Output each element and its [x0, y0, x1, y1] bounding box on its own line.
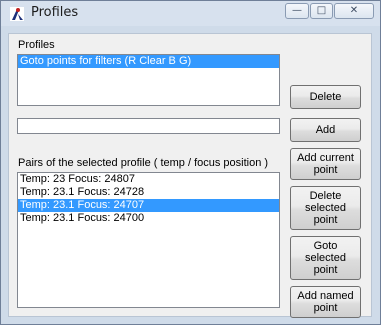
pair-list-item[interactable]: Temp: 23.1 Focus: 24707	[18, 199, 279, 212]
title-bar[interactable]: Profiles — □ ✕	[1, 1, 380, 26]
pair-list-item[interactable]: Temp: 23.1 Focus: 24700	[18, 212, 279, 225]
maximize-icon: □	[316, 5, 327, 16]
add-profile-button[interactable]: Add	[290, 118, 361, 142]
minimize-button[interactable]: —	[285, 3, 309, 19]
pair-list-item[interactable]: Temp: 23 Focus: 24807	[18, 173, 279, 186]
profiles-label: Profiles	[18, 39, 55, 51]
close-icon: ✕	[349, 5, 359, 16]
profile-list-item[interactable]: Goto points for filters (R Clear B G)	[18, 55, 279, 68]
maximize-button[interactable]: □	[310, 3, 333, 19]
goto-selected-point-button[interactable]: Goto selected point	[290, 236, 361, 280]
pairs-listbox[interactable]: Temp: 23 Focus: 24807 Temp: 23.1 Focus: …	[17, 172, 280, 308]
window-title: Profiles	[31, 5, 79, 20]
profiles-window: Profiles — □ ✕ Profiles Goto points for …	[0, 0, 381, 325]
telescope-app-icon	[10, 7, 24, 21]
pairs-label: Pairs of the selected profile ( temp / f…	[18, 157, 269, 169]
delete-selected-point-button[interactable]: Delete selected point	[290, 186, 361, 230]
pair-list-item[interactable]: Temp: 23.1 Focus: 24728	[18, 186, 279, 199]
delete-profile-button[interactable]: Delete	[290, 85, 361, 109]
add-named-point-button[interactable]: Add named point	[290, 286, 361, 318]
minimize-icon: —	[292, 5, 302, 16]
add-current-point-button[interactable]: Add current point	[290, 148, 361, 180]
close-button[interactable]: ✕	[334, 3, 374, 19]
client-area: Profiles Goto points for filters (R Clea…	[8, 33, 372, 318]
profile-name-input[interactable]	[17, 118, 280, 134]
profiles-listbox[interactable]: Goto points for filters (R Clear B G)	[17, 54, 280, 106]
